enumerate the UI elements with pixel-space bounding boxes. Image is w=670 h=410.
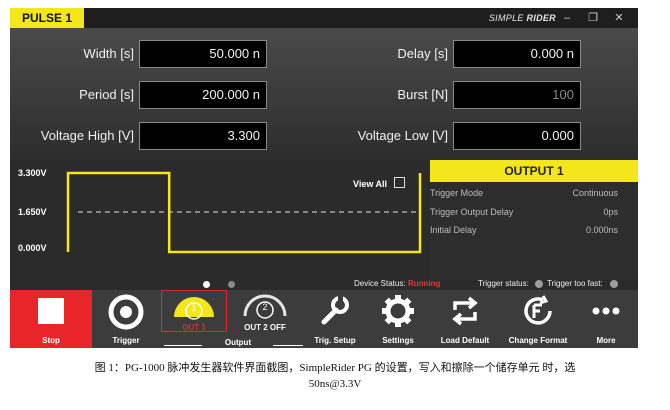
restore-button[interactable]: ❐ xyxy=(582,8,604,28)
caption-text-tail: 时，选 xyxy=(542,362,576,374)
view-all-label: View All xyxy=(353,179,388,189)
refresh-icon xyxy=(452,296,478,326)
more-button[interactable]: More xyxy=(578,290,634,348)
parameters-panel: Width [s] 50.000 n Delay [s] 0.000 n Per… xyxy=(10,28,638,160)
trigger-too-fast-indicator-icon xyxy=(610,280,618,288)
out1-button[interactable]: 1 OUT 1 xyxy=(161,290,227,332)
output-row-value: Continuous xyxy=(572,188,618,198)
view-all-checkbox[interactable] xyxy=(394,177,405,188)
out2-number: 2 xyxy=(262,302,268,312)
brand-logo: SIMPLE RIDER xyxy=(489,8,556,28)
trig-setup-label: Trig. Setup xyxy=(314,336,356,345)
load-default-label: Load Default xyxy=(440,336,490,345)
load-default-button[interactable]: Load Default xyxy=(430,290,500,348)
voltage-low-label: Voltage Low [V] xyxy=(357,128,448,143)
trigger-label: Trigger xyxy=(112,336,140,345)
out2-label: OUT 2 OFF xyxy=(244,323,286,332)
output-row-key: Trigger Output Delay xyxy=(430,207,514,217)
trigger-status-indicator-icon xyxy=(535,280,543,288)
width-label: Width [s] xyxy=(83,46,134,61)
trigger-icon xyxy=(108,294,144,330)
output-row-key: Initial Delay xyxy=(430,225,477,235)
stop-icon xyxy=(38,298,64,324)
trigger-button[interactable]: Trigger xyxy=(98,290,154,348)
change-format-button[interactable]: Change Format xyxy=(502,290,574,348)
out1-number: 1 xyxy=(191,303,197,313)
device-status-label: Device Status: xyxy=(354,279,406,288)
brand-prefix: SIMPLE xyxy=(488,13,524,23)
page-dot-active[interactable] xyxy=(203,281,210,288)
output-row: Trigger Mode Continuous xyxy=(430,184,638,202)
stop-button[interactable]: Stop xyxy=(10,290,92,348)
settings-button[interactable]: Settings xyxy=(370,290,426,348)
format-icon xyxy=(524,295,552,325)
more-label: More xyxy=(596,336,616,345)
burst-input[interactable]: 100 xyxy=(453,81,581,109)
more-icon xyxy=(592,307,620,315)
figure-caption: 图 1：PG-1000 脉冲发生器软件界面截图，SimpleRider PG 的… xyxy=(0,360,670,392)
brand-suffix: RIDER xyxy=(526,13,556,23)
title-bar: PULSE 1 SIMPLE RIDER – ❐ ✕ xyxy=(10,8,638,28)
stop-label: Stop xyxy=(42,336,60,345)
width-input[interactable]: 50.000 n xyxy=(139,40,267,68)
gear-icon xyxy=(382,295,414,327)
status-bar: Device Status: Running Trigger status: T… xyxy=(10,278,638,290)
trig-setup-button[interactable]: Trig. Setup xyxy=(304,290,366,348)
output-row-key: Trigger Mode xyxy=(430,188,484,198)
trigger-status-label: Trigger status: xyxy=(478,279,529,288)
voltage-high-input[interactable]: 3.300 xyxy=(139,122,267,150)
channels-divider-right xyxy=(273,345,303,346)
output-row: Trigger Output Delay 0ps xyxy=(430,203,638,221)
device-status-value: Running xyxy=(408,279,441,288)
channel-title-tab[interactable]: PULSE 1 xyxy=(10,8,84,28)
page-dot[interactable] xyxy=(228,281,235,288)
bottom-toolbar: Stop Trigger 1 OUT 1 2 OUT 2 OFF Output … xyxy=(10,290,638,348)
settings-label: Settings xyxy=(382,336,414,345)
caption-text: 图 1：PG-1000 脉冲发生器软件界面截图，SimpleRider PG 的… xyxy=(94,362,540,374)
burst-label: Burst [N] xyxy=(397,87,448,102)
wrench-icon xyxy=(321,296,349,325)
period-input[interactable]: 200.000 n xyxy=(139,81,267,109)
output-row-value: 0ps xyxy=(603,207,618,217)
waveform-plot xyxy=(66,171,422,254)
output-channels-label: Output Channels xyxy=(220,338,256,348)
period-label: Period [s] xyxy=(79,87,134,102)
waveform-preview: 3.300V 1.650V 0.000V View All xyxy=(10,160,430,278)
caption-line-2: 50ns@3.3V xyxy=(308,378,362,390)
voltage-low-input[interactable]: 0.000 xyxy=(453,122,581,150)
trigger-too-fast-label: Trigger too fast: xyxy=(547,279,603,288)
app-window: PULSE 1 SIMPLE RIDER – ❐ ✕ Width [s] 50.… xyxy=(10,8,638,348)
output-panel: OUTPUT 1 Trigger Mode Continuous Trigger… xyxy=(430,160,638,278)
minimize-button[interactable]: – xyxy=(556,8,578,28)
delay-input[interactable]: 0.000 n xyxy=(453,40,581,68)
delay-label: Delay [s] xyxy=(397,46,448,61)
channels-divider-left xyxy=(164,345,202,346)
output-row-value: 0.000ns xyxy=(585,225,618,235)
change-format-label: Change Format xyxy=(508,336,568,345)
out1-label: OUT 1 xyxy=(182,323,206,332)
output-row: Initial Delay 0.000ns xyxy=(430,221,638,239)
output-header: OUTPUT 1 xyxy=(430,160,638,182)
caption-line-1: 图 1：PG-1000 脉冲发生器软件界面截图，SimpleRider PG 的… xyxy=(0,360,670,376)
close-button[interactable]: ✕ xyxy=(608,8,630,28)
voltage-high-label: Voltage High [V] xyxy=(40,128,134,143)
